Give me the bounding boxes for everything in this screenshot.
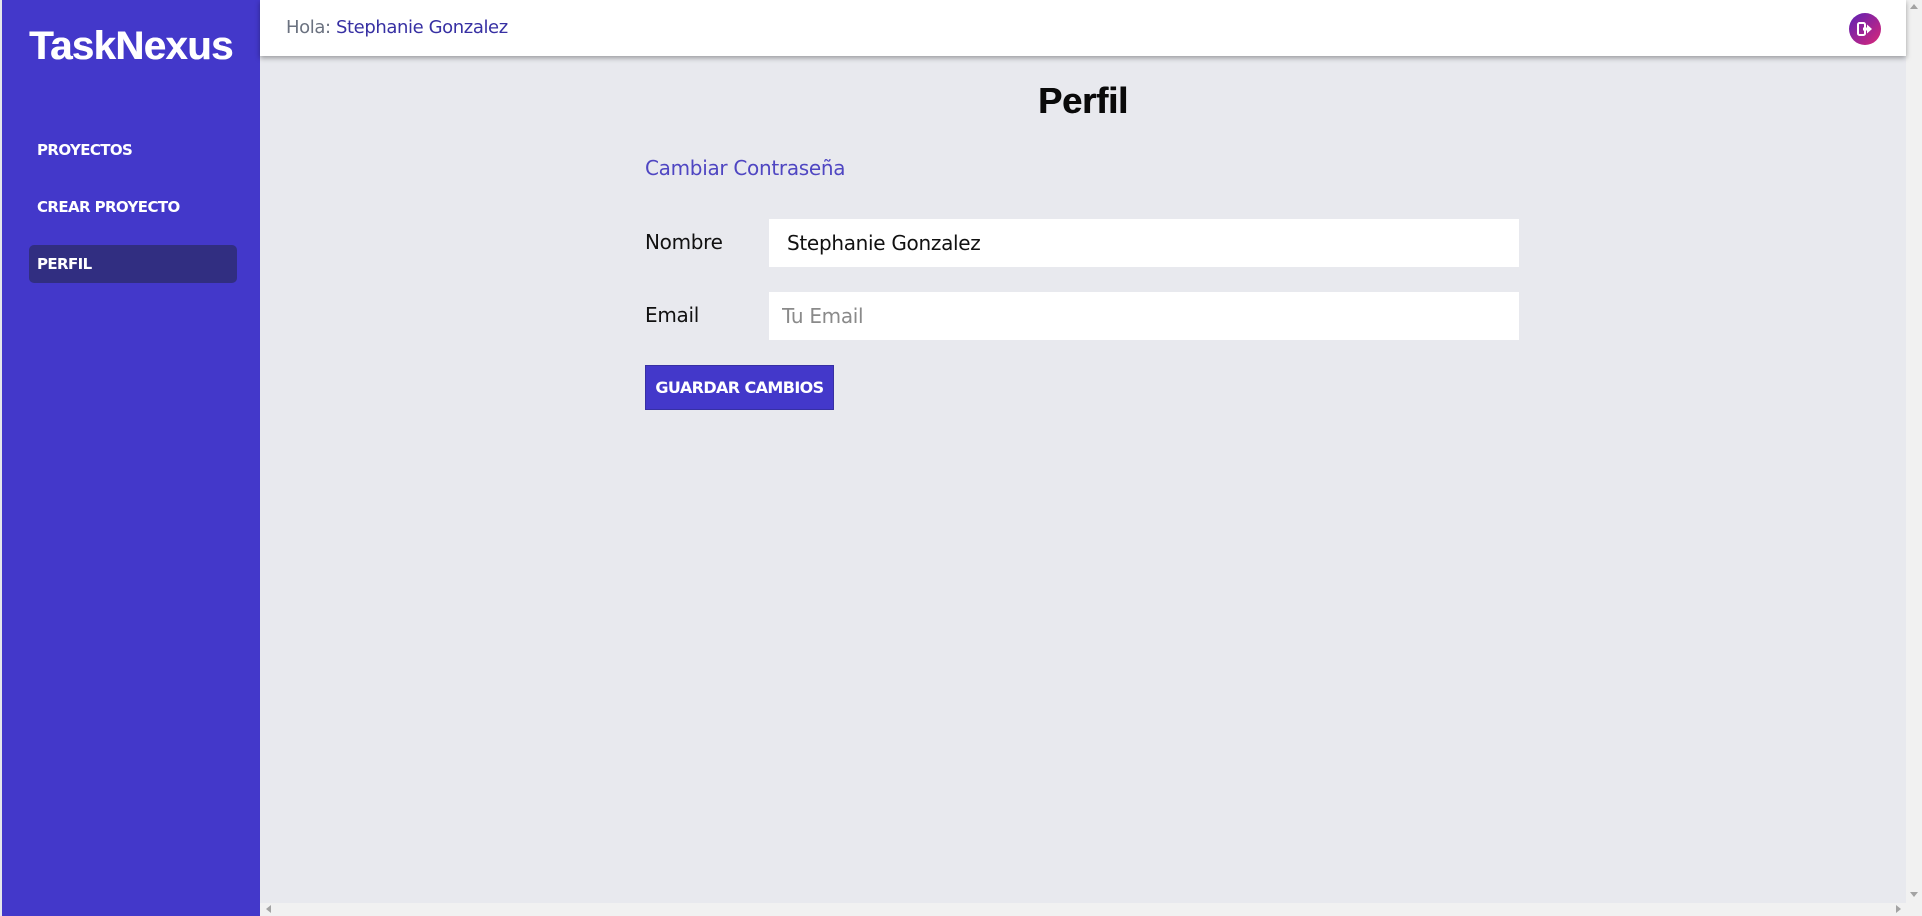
scroll-down-arrow-icon[interactable] [1910, 892, 1918, 897]
greeting-prefix: Hola: [286, 17, 336, 38]
logout-icon [1857, 22, 1872, 36]
page-title: Perfil [1037, 80, 1129, 121]
brand-logo: TaskNexus [29, 24, 233, 68]
sidebar: TaskNexus PROYECTOS CREAR PROYECTO PERFI… [0, 0, 260, 916]
scrollbar-corner [1906, 903, 1922, 916]
scroll-up-arrow-icon[interactable] [1910, 4, 1918, 9]
horizontal-scrollbar[interactable] [260, 903, 1906, 916]
sidebar-item-perfil[interactable]: PERFIL [29, 245, 237, 283]
top-bar: Hola: Stephanie Gonzalez [260, 0, 1906, 56]
save-changes-button[interactable]: GUARDAR CAMBIOS [645, 365, 834, 410]
sidebar-item-crear-proyecto[interactable]: CREAR PROYECTO [29, 188, 237, 226]
greeting: Hola: Stephanie Gonzalez [286, 17, 508, 38]
app-root: TaskNexus PROYECTOS CREAR PROYECTO PERFI… [0, 0, 1922, 916]
main-content: Hola: Stephanie Gonzalez Perfil Cambiar … [260, 0, 1906, 903]
vertical-scrollbar[interactable] [1906, 0, 1922, 903]
email-field[interactable] [769, 292, 1519, 340]
name-label: Nombre [645, 230, 723, 254]
user-name: Stephanie Gonzalez [335, 17, 508, 38]
scroll-right-arrow-icon[interactable] [1896, 905, 1901, 913]
email-label: Email [645, 303, 699, 327]
logout-button[interactable] [1849, 13, 1881, 45]
scroll-left-arrow-icon[interactable] [266, 905, 271, 913]
name-field[interactable] [769, 219, 1519, 267]
change-password-link[interactable]: Cambiar Contraseña [645, 156, 846, 180]
sidebar-item-proyectos[interactable]: PROYECTOS [29, 131, 237, 169]
